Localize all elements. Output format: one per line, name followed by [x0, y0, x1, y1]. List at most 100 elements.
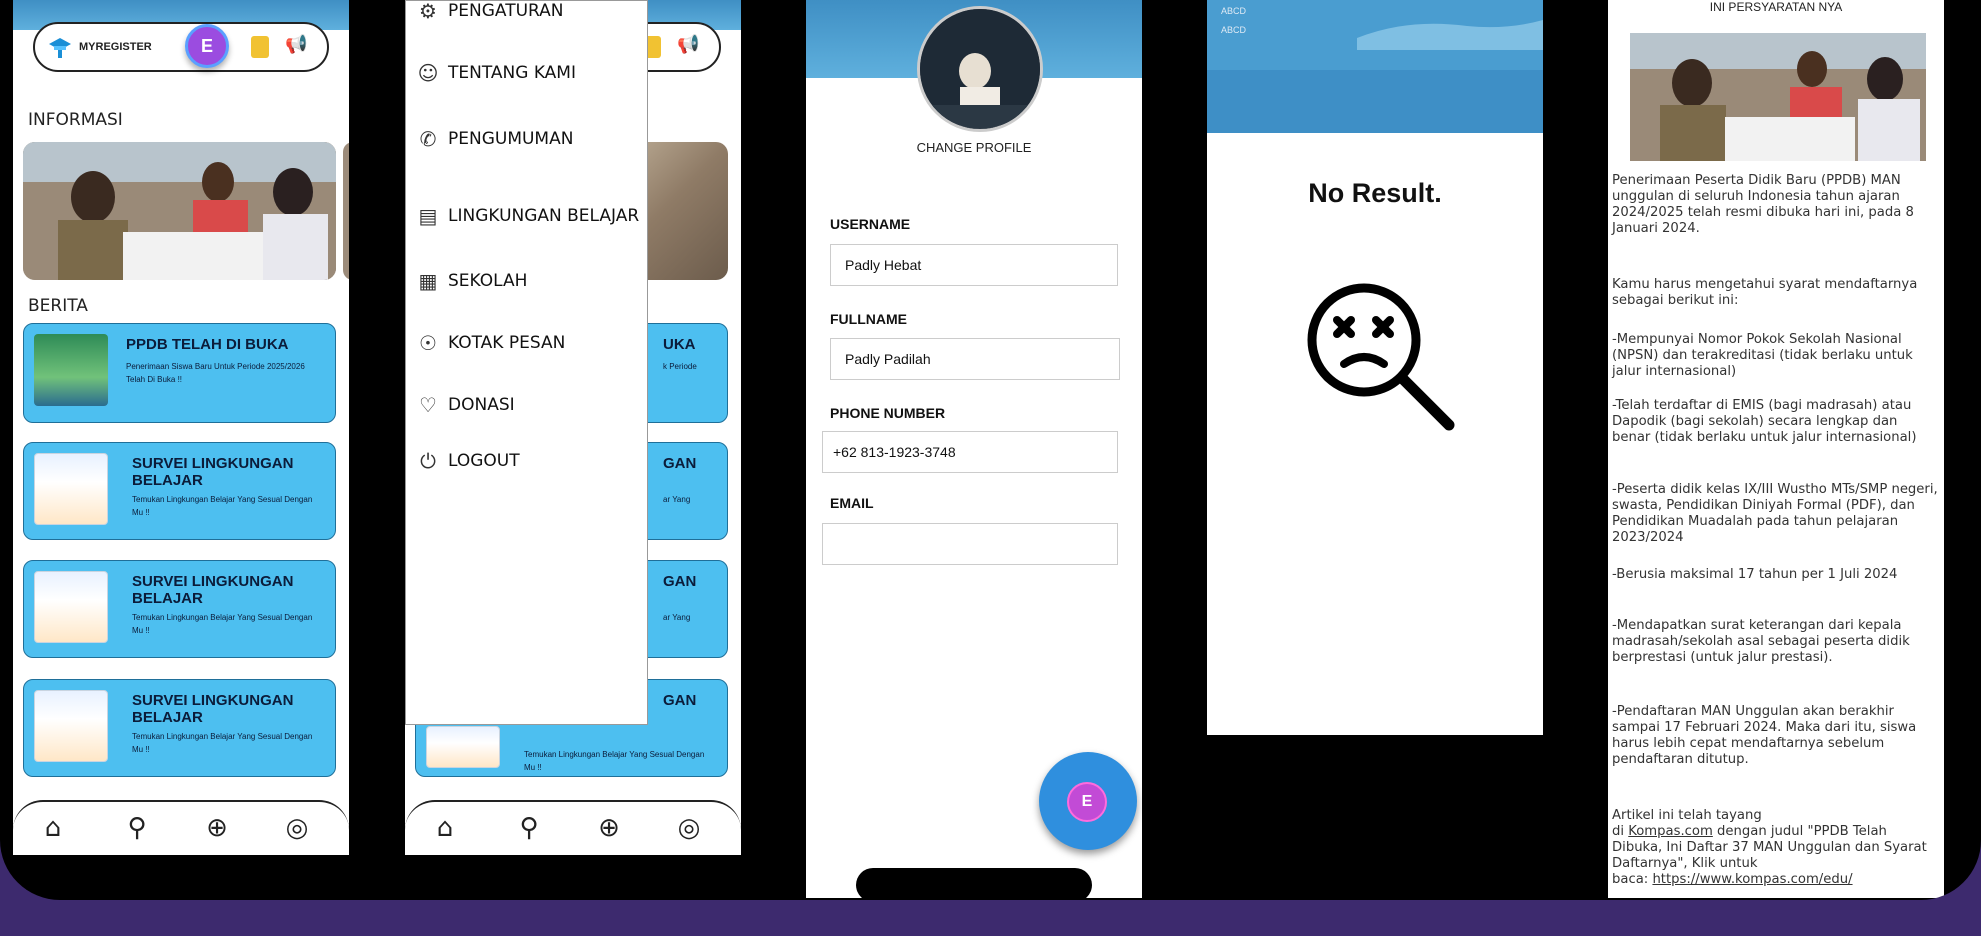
people-icon: ☺ — [417, 61, 439, 85]
donation-icon: ♡ — [419, 393, 437, 417]
kompas-link[interactable]: Kompas.com — [1628, 824, 1713, 839]
drawer-item-pengaturan[interactable]: ⚙ PENGATURAN — [416, 0, 564, 23]
news-title: GAN — [663, 455, 697, 472]
drawer-item-tentang-kami[interactable]: ☺ TENTANG KAMI — [416, 61, 576, 85]
phone-field[interactable]: +62 813-1923-3748 — [822, 431, 1118, 473]
article-paragraph: -Pendaftaran MAN Unggulan akan berakhir … — [1612, 704, 1917, 767]
chat-icon: ☉ — [419, 331, 437, 355]
app-name: MYREGISTER — [79, 41, 152, 53]
search-icon[interactable]: ⚲ — [513, 812, 545, 844]
article-url-link[interactable]: https://www.kompas.com/edu/ — [1652, 872, 1852, 887]
fab-button[interactable]: E — [1039, 752, 1137, 850]
user-avatar[interactable]: E — [185, 24, 229, 68]
profile-picture[interactable] — [917, 6, 1043, 132]
bottom-nav: ⌂ ⚲ ⊕ ◎ — [13, 800, 349, 855]
news-subtitle: ar Yang — [663, 613, 691, 622]
megaphone-icon[interactable]: 📢 — [677, 34, 699, 54]
drawer-item-pengumuman[interactable]: ✆ PENGUMUMAN — [416, 127, 574, 151]
top-bar: MYREGISTER E 📢 — [33, 22, 329, 72]
news-title: SURVEI LINGKUNGAN BELAJAR — [132, 455, 294, 489]
book-icon: ▤ — [418, 204, 438, 228]
article-paragraph: Kamu harus mengetahui syarat mendaftarny… — [1612, 277, 1918, 308]
news-card[interactable]: SURVEI LINGKUNGAN BELAJAR Temukan Lingku… — [23, 442, 336, 540]
article-paragraph: -Berusia maksimal 17 tahun per 1 Juli 20… — [1612, 567, 1898, 582]
article-source-text: baca: — [1612, 872, 1649, 887]
profile-screen: CHANGE PROFILE USERNAME Padly Hebat FULL… — [806, 0, 1142, 898]
globe-icon[interactable]: ⊕ — [593, 812, 625, 844]
home-icon[interactable]: ⌂ — [37, 812, 69, 844]
home-icon[interactable]: ⌂ — [429, 812, 461, 844]
drawer-item-label: PENGATURAN — [448, 1, 564, 21]
globe-icon[interactable]: ⊕ — [201, 812, 233, 844]
search-icon[interactable]: ⚲ — [121, 812, 153, 844]
megaphone-icon[interactable]: 📢 — [285, 34, 307, 54]
megaphone-icon: ✆ — [419, 127, 437, 151]
gear-icon: ⚙ — [419, 0, 437, 23]
search-header-bg — [1207, 0, 1543, 133]
fullname-field[interactable]: Padly Padilah — [830, 338, 1120, 380]
berita-title: BERITA — [28, 296, 88, 316]
news-card[interactable]: PPDB TELAH DI BUKA Penerimaan Siswa Baru… — [23, 323, 336, 423]
news-title: GAN — [663, 692, 697, 709]
news-subtitle: Temukan Lingkungan Belajar Yang Sesual D… — [132, 495, 313, 517]
news-title: UKA — [663, 336, 696, 353]
note-icon[interactable] — [251, 36, 269, 58]
news-thumbnail — [34, 334, 108, 406]
profile-icon[interactable]: ◎ — [281, 812, 313, 844]
drawer-item-label: DONASI — [448, 395, 515, 415]
info-banner[interactable] — [23, 142, 336, 280]
news-subtitle: Temukan Lingkungan Belajar Yang Sesual D… — [132, 732, 313, 754]
news-subtitle: Temukan Lingkungan Belajar Yang Sesual D… — [132, 613, 313, 635]
news-subtitle: ar Yang — [663, 495, 691, 504]
news-title: SURVEI LINGKUNGAN BELAJAR — [132, 692, 294, 726]
drawer-item-donasi[interactable]: ♡ DONASI — [416, 393, 515, 417]
bottom-nav: ⌂ ⚲ ⊕ ◎ — [405, 800, 741, 855]
article-photo — [1630, 33, 1926, 161]
news-title: GAN — [663, 573, 697, 590]
side-drawer: ⚙ PENGATURAN ☺ TENTANG KAMI ✆ PENGUMUMAN… — [405, 0, 648, 725]
article-source-text: di — [1612, 824, 1625, 839]
email-label: EMAIL — [830, 495, 874, 511]
change-profile-link[interactable]: CHANGE PROFILE — [806, 140, 1142, 155]
news-thumbnail — [34, 453, 108, 525]
article-paragraph: Penerimaan Peserta Didik Baru (PPDB) MAN… — [1612, 173, 1914, 236]
news-thumbnail — [34, 571, 108, 643]
drawer-item-label: LOGOUT — [448, 451, 520, 471]
news-title: PPDB TELAH DI BUKA — [126, 336, 289, 353]
news-title: SURVEI LINGKUNGAN BELAJAR — [132, 573, 294, 607]
article-source-text: Artikel ini telah tayang — [1612, 808, 1762, 823]
school-icon: ▦ — [418, 269, 438, 293]
banner-next-peek — [343, 142, 349, 280]
drawer-item-sekolah[interactable]: ▦ SEKOLAH — [416, 269, 528, 293]
news-subtitle: k Periode — [663, 362, 697, 371]
news-thumbnail — [426, 726, 500, 768]
profile-photo — [920, 9, 1040, 129]
article-screen: INI PERSYARATAN NYA Penerimaan Peserta D… — [1608, 0, 1944, 898]
drawer-item-label: KOTAK PESAN — [448, 333, 566, 353]
abcd-text: ABCD — [1221, 25, 1247, 35]
news-card[interactable]: SURVEI LINGKUNGAN BELAJAR Temukan Lingku… — [23, 679, 336, 777]
username-label: USERNAME — [830, 216, 911, 232]
news-card[interactable]: SURVEI LINGKUNGAN BELAJAR Temukan Lingku… — [23, 560, 336, 658]
home-indicator[interactable] — [856, 868, 1092, 898]
graduation-cap-icon — [49, 38, 71, 58]
no-result-text: No Result. — [1308, 178, 1442, 208]
profile-icon[interactable]: ◎ — [673, 812, 705, 844]
article-paragraph: -Peserta didik kelas IX/III Wustho MTs/S… — [1612, 482, 1938, 545]
phone-label: PHONE NUMBER — [830, 405, 946, 421]
drawer-item-kotak-pesan[interactable]: ☉ KOTAK PESAN — [416, 331, 565, 355]
fab-avatar: E — [1067, 782, 1107, 822]
fullname-label: FULLNAME — [830, 311, 907, 327]
news-subtitle: Penerimaan Siswa Baru Untuk Periode 2025… — [126, 362, 305, 384]
logout-icon: ⏻ — [420, 449, 436, 473]
drawer-item-lingkungan-belajar[interactable]: ▤ LINGKUNGAN BELAJAR — [416, 204, 640, 228]
drawer-item-logout[interactable]: ⏻ LOGOUT — [416, 449, 520, 473]
informasi-title: INFORMASI — [28, 110, 123, 130]
news-thumbnail — [34, 690, 108, 762]
drawer-item-label: SEKOLAH — [448, 271, 528, 291]
article-image — [1630, 33, 1926, 161]
username-field[interactable]: Padly Hebat — [830, 244, 1118, 286]
article-source: Artikel ini telah tayang di Kompas.com d… — [1612, 808, 1938, 888]
email-field[interactable] — [822, 523, 1118, 565]
drawer-item-label: TENTANG KAMI — [448, 63, 576, 83]
